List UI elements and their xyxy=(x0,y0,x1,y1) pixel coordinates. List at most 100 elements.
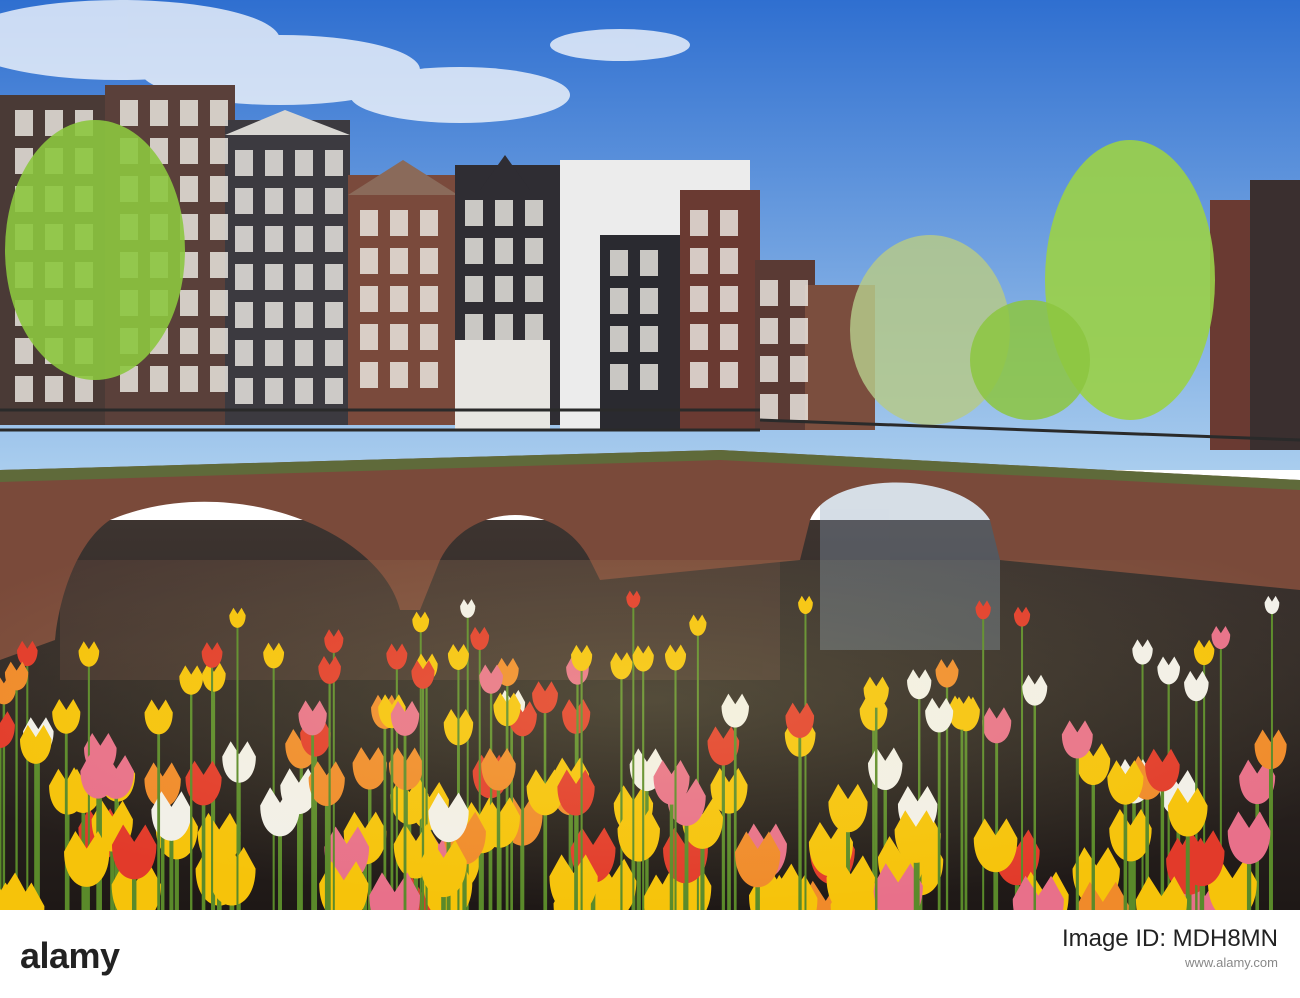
window xyxy=(465,276,483,302)
window xyxy=(235,188,253,214)
window xyxy=(790,280,808,306)
window xyxy=(180,328,198,354)
window xyxy=(790,394,808,420)
window xyxy=(720,210,738,236)
window xyxy=(360,210,378,236)
window xyxy=(720,324,738,350)
window xyxy=(325,340,343,366)
window xyxy=(640,288,658,314)
window xyxy=(690,362,708,388)
window xyxy=(790,356,808,382)
window xyxy=(265,264,283,290)
window xyxy=(720,248,738,274)
window xyxy=(295,188,313,214)
window xyxy=(495,314,513,340)
window xyxy=(150,100,168,126)
window xyxy=(690,248,708,274)
window xyxy=(390,324,408,350)
window xyxy=(75,376,93,402)
window xyxy=(495,276,513,302)
window xyxy=(45,376,63,402)
window xyxy=(390,362,408,388)
window xyxy=(265,226,283,252)
window xyxy=(265,378,283,404)
window xyxy=(325,226,343,252)
window xyxy=(150,366,168,392)
window xyxy=(465,314,483,340)
window xyxy=(295,302,313,328)
window xyxy=(390,286,408,312)
window xyxy=(610,250,628,276)
window xyxy=(690,210,708,236)
window xyxy=(180,366,198,392)
window xyxy=(640,364,658,390)
window xyxy=(210,328,228,354)
image-id: Image ID: MDH8MN xyxy=(1061,925,1278,952)
logo-text: alamy xyxy=(20,935,120,976)
window xyxy=(420,324,438,350)
window xyxy=(235,264,253,290)
window xyxy=(265,188,283,214)
window xyxy=(210,138,228,164)
window xyxy=(15,110,33,136)
window xyxy=(360,362,378,388)
window xyxy=(760,356,778,382)
window xyxy=(360,248,378,274)
window xyxy=(525,276,543,302)
window xyxy=(265,302,283,328)
window xyxy=(180,176,198,202)
window xyxy=(265,150,283,176)
window xyxy=(295,226,313,252)
window xyxy=(465,200,483,226)
window xyxy=(760,394,778,420)
window xyxy=(295,264,313,290)
window xyxy=(525,200,543,226)
window xyxy=(235,378,253,404)
window xyxy=(210,366,228,392)
window xyxy=(525,314,543,340)
alamy-logo: alamy xyxy=(20,936,120,976)
window xyxy=(495,200,513,226)
photo-scene xyxy=(0,0,1300,910)
window xyxy=(390,248,408,274)
window xyxy=(325,150,343,176)
image-info: Image ID: MDH8MN www.alamy.com xyxy=(1062,924,1278,972)
window xyxy=(720,286,738,312)
window xyxy=(640,326,658,352)
stock-photo-page: alamy Image ID: MDH8MN www.alamy.com xyxy=(0,0,1300,998)
window xyxy=(120,100,138,126)
window xyxy=(295,378,313,404)
window xyxy=(235,150,253,176)
window xyxy=(690,286,708,312)
watermark-footer: alamy Image ID: MDH8MN www.alamy.com xyxy=(0,910,1300,998)
window xyxy=(420,248,438,274)
window xyxy=(420,362,438,388)
window xyxy=(180,290,198,316)
window xyxy=(265,340,283,366)
window xyxy=(495,238,513,264)
window xyxy=(360,324,378,350)
window xyxy=(210,290,228,316)
window xyxy=(235,302,253,328)
window xyxy=(325,378,343,404)
window xyxy=(210,176,228,202)
canal-houses-right xyxy=(1210,180,1300,450)
window xyxy=(390,210,408,236)
window xyxy=(760,318,778,344)
window xyxy=(325,302,343,328)
window xyxy=(720,362,738,388)
window xyxy=(325,188,343,214)
window xyxy=(235,226,253,252)
window xyxy=(295,340,313,366)
window xyxy=(465,238,483,264)
window xyxy=(180,100,198,126)
window xyxy=(790,318,808,344)
window xyxy=(295,150,313,176)
window xyxy=(180,138,198,164)
window xyxy=(760,280,778,306)
window xyxy=(420,210,438,236)
window xyxy=(420,286,438,312)
window xyxy=(610,364,628,390)
window xyxy=(525,238,543,264)
window xyxy=(610,326,628,352)
